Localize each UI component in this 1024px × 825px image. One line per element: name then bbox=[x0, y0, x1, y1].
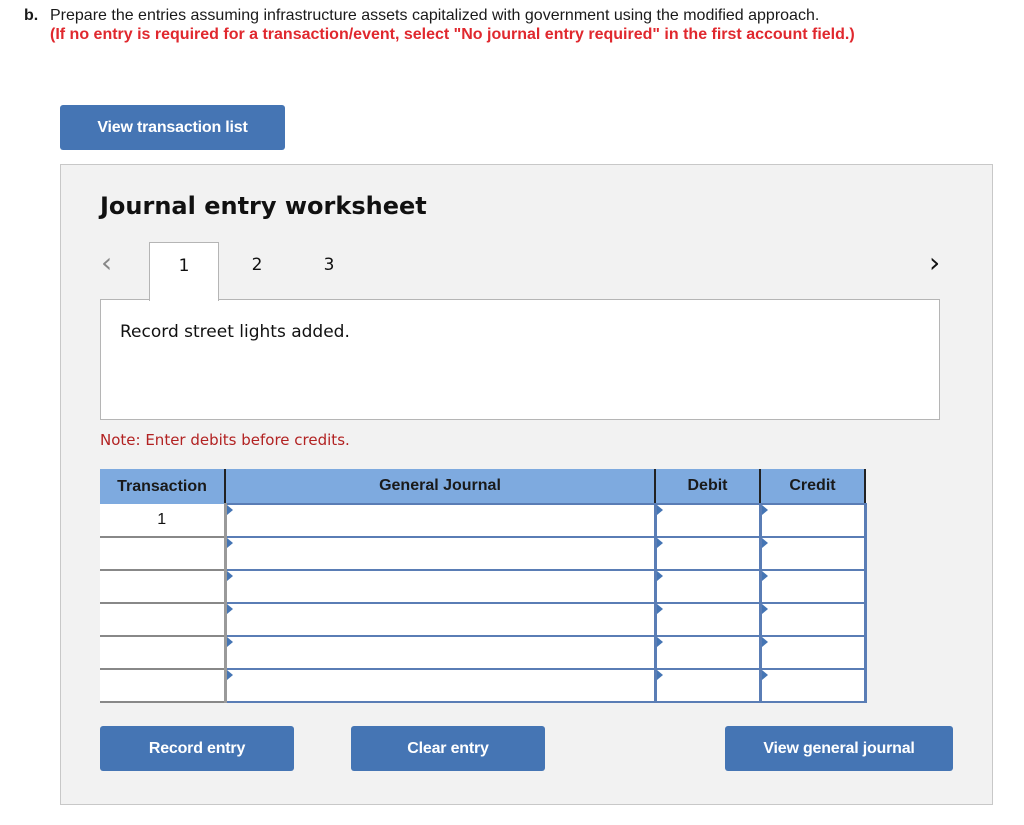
debit-input[interactable] bbox=[653, 668, 762, 703]
debits-note: Note: Enter debits before credits. bbox=[100, 431, 350, 449]
transaction-cell bbox=[100, 636, 227, 670]
table-row bbox=[100, 635, 867, 670]
table-row bbox=[100, 569, 867, 604]
debit-input[interactable] bbox=[653, 536, 762, 571]
transaction-cell: 1 bbox=[100, 504, 227, 538]
account-select[interactable] bbox=[223, 503, 657, 538]
credit-input[interactable] bbox=[758, 668, 867, 703]
account-select[interactable] bbox=[223, 668, 657, 703]
header-credit: Credit bbox=[760, 469, 866, 504]
credit-input[interactable] bbox=[758, 602, 867, 637]
debit-input[interactable] bbox=[653, 635, 762, 670]
account-select[interactable] bbox=[223, 569, 657, 604]
instructions: b. Prepare the entries assuming infrastru… bbox=[24, 6, 984, 44]
transaction-description-box bbox=[100, 299, 940, 420]
account-select[interactable] bbox=[223, 602, 657, 637]
account-select[interactable] bbox=[223, 635, 657, 670]
tab-3[interactable]: 3 bbox=[294, 242, 364, 300]
debit-input[interactable] bbox=[653, 569, 762, 604]
view-transaction-list-button[interactable]: View transaction list bbox=[60, 105, 285, 150]
transaction-cell bbox=[100, 570, 227, 604]
table-row: 1 bbox=[100, 503, 867, 538]
table-row bbox=[100, 536, 867, 571]
debit-input[interactable] bbox=[653, 602, 762, 637]
chevron-left-icon[interactable]: ‹ bbox=[101, 248, 127, 278]
instruction-note: (If no entry is required for a transacti… bbox=[50, 26, 855, 43]
debit-input[interactable] bbox=[653, 503, 762, 538]
table-row bbox=[100, 602, 867, 637]
credit-input[interactable] bbox=[758, 503, 867, 538]
header-debit: Debit bbox=[655, 469, 761, 504]
credit-input[interactable] bbox=[758, 536, 867, 571]
header-general-journal: General Journal bbox=[225, 469, 656, 504]
credit-input[interactable] bbox=[758, 569, 867, 604]
part-label: b. bbox=[24, 7, 39, 24]
view-general-journal-button[interactable]: View general journal bbox=[725, 726, 953, 771]
tab-2[interactable]: 2 bbox=[222, 242, 292, 300]
transaction-cell bbox=[100, 537, 227, 571]
credit-input[interactable] bbox=[758, 635, 867, 670]
account-select[interactable] bbox=[223, 536, 657, 571]
clear-entry-button[interactable]: Clear entry bbox=[351, 726, 545, 771]
transaction-description: Record street lights added. bbox=[120, 322, 350, 342]
chevron-right-icon[interactable]: › bbox=[929, 248, 955, 278]
table-row bbox=[100, 668, 867, 703]
transaction-cell bbox=[100, 603, 227, 637]
journal-table: Transaction General Journal Debit Credit… bbox=[100, 469, 867, 703]
record-entry-button[interactable]: Record entry bbox=[100, 726, 294, 771]
worksheet-title: Journal entry worksheet bbox=[100, 192, 427, 220]
transaction-cell bbox=[100, 669, 227, 703]
instruction-text: Prepare the entries assuming infrastruct… bbox=[50, 7, 820, 24]
header-transaction: Transaction bbox=[100, 469, 226, 504]
tab-1[interactable]: 1 bbox=[149, 242, 219, 301]
